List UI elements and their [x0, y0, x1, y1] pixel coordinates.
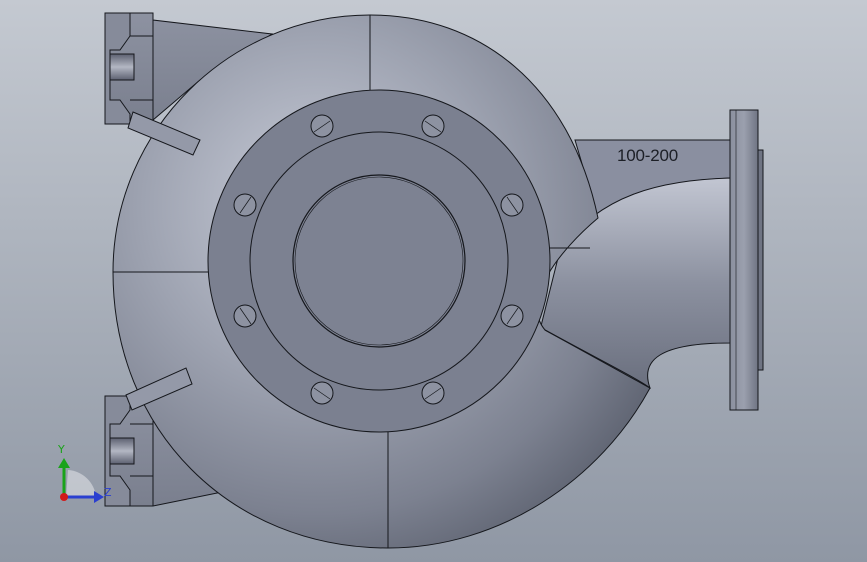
z-axis-label: Z: [104, 486, 112, 499]
pump-casing-model[interactable]: [0, 0, 867, 562]
y-axis-label: Y: [58, 443, 65, 456]
part-number-label: 100-200: [617, 146, 678, 165]
discharge-flange[interactable]: [729, 109, 764, 411]
suction-flange[interactable]: [207, 89, 551, 433]
cad-viewport[interactable]: 100-200 Y Z: [0, 0, 867, 562]
x-axis-marker: [60, 493, 68, 501]
